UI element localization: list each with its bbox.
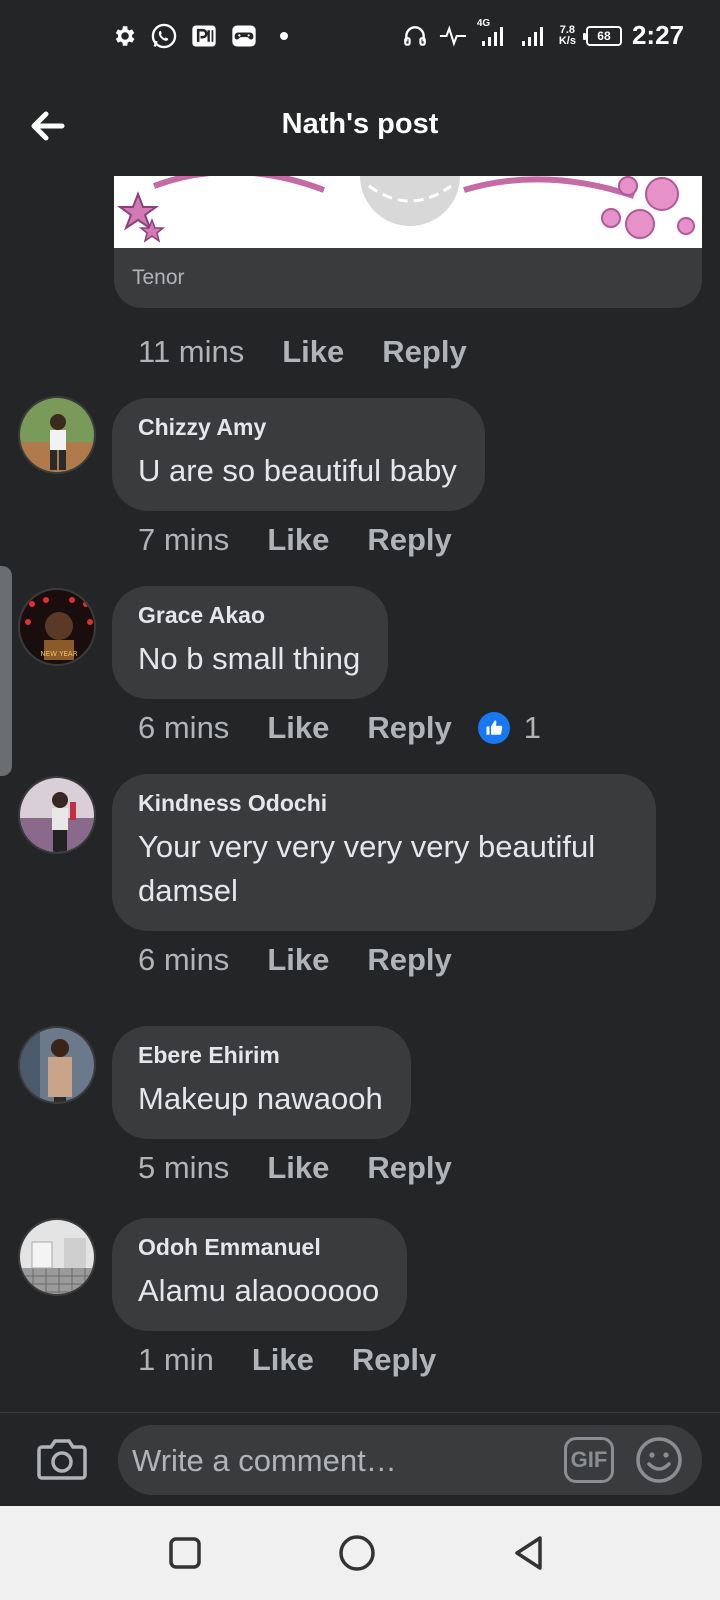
avatar[interactable] [18, 396, 96, 474]
reply-button[interactable]: Reply [367, 522, 451, 558]
recents-button[interactable] [164, 1532, 206, 1574]
comment-input[interactable]: Write a comment… GIF [118, 1425, 702, 1495]
avatar[interactable] [18, 776, 96, 854]
headphones-icon [401, 22, 429, 50]
like-button[interactable]: Like [252, 1342, 314, 1378]
square-icon [169, 1537, 201, 1569]
comment-meta: 7 mins Like Reply [138, 522, 452, 558]
app-header: Nath's post [0, 80, 720, 176]
comment-bubble[interactable]: Ebere Ehirim Makeup nawaooh [112, 1026, 411, 1139]
like-button[interactable]: Like [267, 710, 329, 746]
camera-button[interactable] [36, 1435, 88, 1483]
reply-button[interactable]: Reply [352, 1342, 436, 1378]
camera-icon [37, 1439, 87, 1480]
svg-text:NEW YEAR: NEW YEAR [40, 650, 77, 658]
system-nav-bar [0, 1506, 720, 1600]
comment-author[interactable]: Chizzy Amy [138, 414, 457, 441]
comment-time: 6 mins [138, 710, 230, 745]
speed-value: 7.8 [559, 23, 576, 36]
side-edge-handle[interactable] [0, 566, 12, 776]
speed-unit: K/s [558, 34, 576, 47]
comment-text: Your very very very very beautiful damse… [138, 829, 596, 908]
smiley-icon [636, 1437, 682, 1483]
reply-button[interactable]: Reply [382, 334, 466, 370]
comment-author[interactable]: Kindness Odochi [138, 790, 628, 817]
comment-meta: 6 mins Like Reply 1 [138, 710, 541, 746]
status-bar: 4G 7.8 K/s 68 2:27 [0, 0, 720, 80]
network-speed: 7.8 K/s [558, 23, 576, 47]
activity-icon [439, 22, 467, 50]
thumbs-up-icon [477, 712, 510, 744]
comment-meta: 11 mins Like Reply [138, 334, 467, 370]
reply-button[interactable]: Reply [367, 710, 451, 746]
comment-bubble[interactable]: Chizzy Amy U are so beautiful baby [112, 398, 485, 511]
status-right-icons: 4G 7.8 K/s 68 2:27 [401, 18, 684, 51]
comment-time: 7 mins [138, 522, 230, 557]
comment-text: U are so beautiful baby [138, 453, 457, 488]
game-controller-icon [230, 22, 258, 50]
comment-time: 6 mins [138, 942, 230, 977]
signal-icon [519, 22, 549, 50]
parking-app-icon [190, 22, 218, 50]
status-left-icons [110, 22, 298, 50]
comment-bubble[interactable]: Grace Akao No b small thing [112, 586, 389, 699]
comment-meta: 5 mins Like Reply [138, 1150, 452, 1186]
comment-meta: 1 min Like Reply [138, 1342, 436, 1378]
home-button[interactable] [336, 1532, 378, 1574]
gif-attachment[interactable]: Tenor [114, 176, 702, 308]
like-button[interactable]: Like [267, 942, 329, 978]
clock: 2:27 [631, 20, 684, 50]
comment-time: 1 min [138, 1342, 214, 1377]
triangle-back-icon [515, 1536, 542, 1570]
like-button[interactable]: Like [267, 1150, 329, 1186]
comment-author[interactable]: Odoh Emmanuel [138, 1234, 379, 1261]
reaction-summary[interactable]: 1 [477, 710, 542, 746]
comment-text: No b small thing [138, 641, 361, 676]
comment-author[interactable]: Grace Akao [138, 602, 360, 629]
whatsapp-icon [150, 22, 178, 50]
gif-source-label: Tenor [132, 266, 185, 289]
gif-image[interactable] [114, 176, 702, 248]
comment-text: Alamu alaoooooo [138, 1273, 380, 1308]
avatar[interactable] [18, 1026, 96, 1104]
comment-meta: 6 mins Like Reply [138, 942, 452, 978]
network-type: 4G [476, 17, 491, 29]
gear-icon [110, 22, 138, 50]
comment-composer: Write a comment… GIF [0, 1412, 720, 1506]
reply-button[interactable]: Reply [367, 942, 451, 978]
comment-time: 5 mins [138, 1150, 230, 1185]
gif-button[interactable]: GIF [564, 1437, 614, 1483]
like-button[interactable]: Like [267, 522, 329, 558]
signal-4g-icon: 4G [477, 18, 509, 50]
dot-icon [270, 22, 298, 50]
avatar[interactable] [18, 1218, 96, 1296]
comment-input-placeholder: Write a comment… [132, 1443, 397, 1478]
reply-button[interactable]: Reply [367, 1150, 451, 1186]
circle-icon [339, 1535, 375, 1571]
battery-icon: 68 [582, 25, 622, 46]
page-title: Nath's post [281, 108, 439, 140]
avatar[interactable]: NEW YEAR [18, 588, 96, 666]
reaction-count: 1 [523, 710, 542, 745]
comment-author[interactable]: Ebere Ehirim [138, 1042, 383, 1069]
comment-bubble[interactable]: Kindness Odochi Your very very very very… [112, 774, 656, 931]
battery-level: 68 [597, 28, 611, 43]
emoji-button[interactable] [634, 1435, 684, 1485]
comment-text: Makeup nawaooh [138, 1081, 383, 1116]
comment-bubble[interactable]: Odoh Emmanuel Alamu alaoooooo [112, 1218, 408, 1331]
comment-time: 11 mins [138, 334, 245, 369]
like-button[interactable]: Like [282, 334, 344, 370]
back-nav-button[interactable] [508, 1532, 550, 1574]
